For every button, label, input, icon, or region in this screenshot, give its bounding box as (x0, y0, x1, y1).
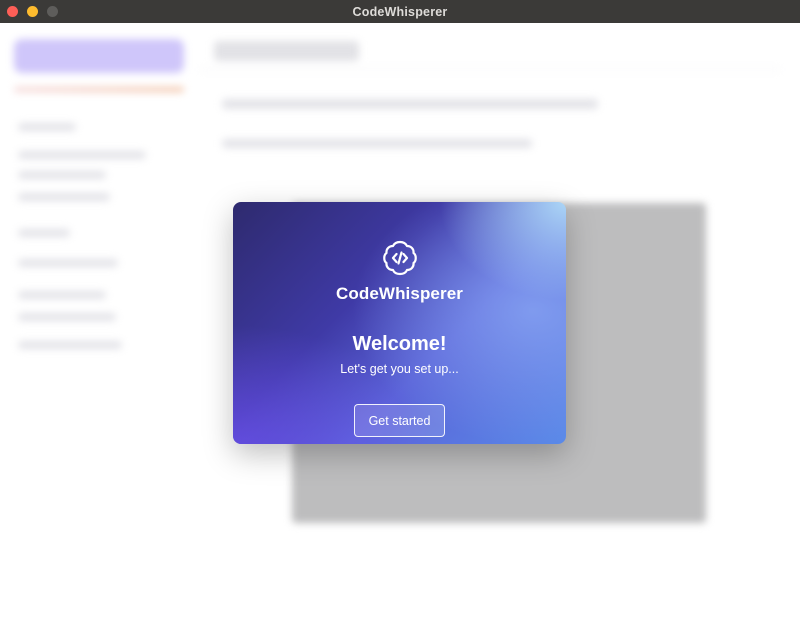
brain-code-icon (380, 238, 420, 278)
title-bar: CodeWhisperer (0, 0, 800, 23)
close-window-button[interactable] (7, 6, 18, 17)
zoom-window-button[interactable] (47, 6, 58, 17)
window-controls (7, 6, 58, 17)
minimize-window-button[interactable] (27, 6, 38, 17)
welcome-heading: Welcome! (352, 333, 447, 355)
get-started-button[interactable]: Get started (354, 404, 445, 437)
window-title: CodeWhisperer (352, 4, 448, 19)
welcome-dialog: CodeWhisperer Welcome! Let's get you set… (233, 202, 566, 444)
setup-subtitle: Let's get you set up... (340, 362, 459, 376)
brand-name: CodeWhisperer (336, 284, 463, 303)
